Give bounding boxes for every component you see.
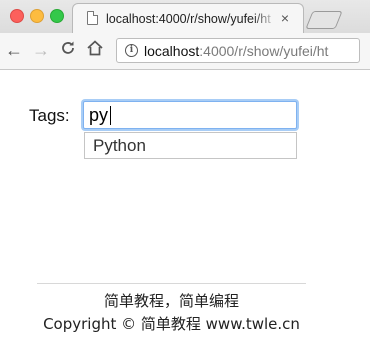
- info-icon[interactable]: i: [125, 44, 138, 57]
- close-window-button[interactable]: [10, 9, 24, 23]
- browser-tab[interactable]: localhost:4000/r/show/yufei/ht ×: [72, 3, 304, 33]
- text-caret: [110, 106, 111, 125]
- tags-input[interactable]: [83, 101, 297, 129]
- url-path: :4000/r/show/yufei/ht: [199, 43, 329, 59]
- tab-close-button[interactable]: ×: [281, 11, 289, 25]
- home-icon[interactable]: [86, 39, 104, 57]
- autocomplete-item-python[interactable]: Python: [93, 136, 146, 156]
- page-icon: [87, 11, 98, 25]
- minimize-window-button[interactable]: [30, 9, 44, 23]
- back-arrow-icon[interactable]: ←: [5, 41, 23, 59]
- url-host: localhost: [144, 43, 200, 59]
- browser-toolbar: ← → i localhost:4000/r/show/yufei/ht: [0, 33, 370, 70]
- autocomplete-list: Python: [84, 132, 297, 159]
- footer-slogan: 简单教程，简单编程: [103, 292, 239, 310]
- tags-label: Tags:: [29, 106, 70, 125]
- footer-copyright: Copyright © 简单教程 www.twle.cn: [43, 315, 300, 333]
- address-url[interactable]: localhost:4000/r/show/yufei/ht: [144, 43, 359, 59]
- reload-icon[interactable]: [60, 40, 76, 56]
- forward-arrow-icon[interactable]: →: [32, 41, 50, 59]
- maximize-window-button[interactable]: [50, 9, 64, 23]
- footer-divider: [37, 283, 306, 284]
- tab-title: localhost:4000/r/show/yufei/ht: [106, 12, 271, 26]
- new-tab-button[interactable]: [305, 11, 343, 29]
- address-bar[interactable]: i localhost:4000/r/show/yufei/ht: [116, 38, 360, 63]
- window-titlebar: localhost:4000/r/show/yufei/ht ×: [0, 0, 370, 33]
